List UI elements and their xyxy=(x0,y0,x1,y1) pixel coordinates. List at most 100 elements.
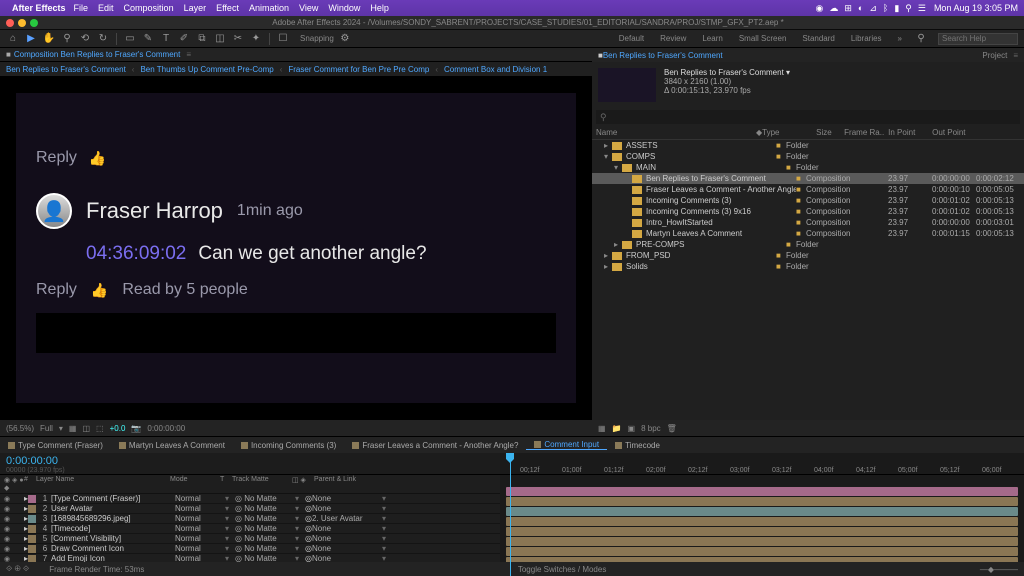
project-item[interactable]: Incoming Comments (3)■Composition23.970:… xyxy=(592,195,1024,206)
resolution-dropdown[interactable]: Full xyxy=(40,424,53,433)
clone-tool-icon[interactable]: ⧉ xyxy=(195,32,209,46)
col-type[interactable]: Type xyxy=(762,128,816,137)
clock[interactable]: Mon Aug 19 3:05 PM xyxy=(934,3,1018,13)
col-outpoint[interactable]: Out Point xyxy=(932,128,976,137)
toggle-switches-button[interactable]: Toggle Switches / Modes xyxy=(518,565,607,574)
layer-row[interactable]: ◉▸5[Comment Visibility]Normal▾◎ No Matte… xyxy=(0,534,500,544)
project-item[interactable]: Fraser Leaves a Comment - Another Angle?… xyxy=(592,184,1024,195)
layer-bar[interactable] xyxy=(506,557,1018,562)
menu-effect[interactable]: Effect xyxy=(216,3,239,13)
project-item[interactable]: Incoming Comments (3) 9x16■Composition23… xyxy=(592,206,1024,217)
home-icon[interactable]: ⌂ xyxy=(6,32,20,46)
project-item[interactable]: ▸FROM_PSD■Folder xyxy=(592,250,1024,261)
rotate-tool-icon[interactable]: ↻ xyxy=(96,32,110,46)
exposure-value[interactable]: +0.0 xyxy=(110,424,126,433)
snapshot-icon[interactable]: 📷 xyxy=(131,424,141,433)
project-tree[interactable]: ▸ASSETS■Folder▾COMPS■Folder▾MAIN■FolderB… xyxy=(592,140,1024,420)
grid-icon[interactable]: ▦ xyxy=(69,424,77,433)
bpc-button[interactable]: 8 bpc xyxy=(641,424,661,433)
layer-bar[interactable] xyxy=(506,497,1018,506)
shape-tool-icon[interactable]: ▭ xyxy=(123,32,137,46)
col-trackmatte[interactable]: Track Matte xyxy=(232,476,292,492)
panel-menu-icon[interactable]: ≡ xyxy=(1013,51,1018,60)
layer-row[interactable]: ◉▸4[Timecode]Normal▾◎ No Matte▾◎None▾ xyxy=(0,524,500,534)
hand-tool-icon[interactable]: ✋ xyxy=(42,32,56,46)
region-icon[interactable]: ⬚ xyxy=(96,424,104,433)
search-icon[interactable]: ⚲ xyxy=(905,3,912,14)
menu-help[interactable]: Help xyxy=(370,3,389,13)
timeline-tab[interactable]: Martyn Leaves A Comment xyxy=(111,441,233,450)
col-parent[interactable]: Parent & Link xyxy=(314,476,374,492)
pen-tool-icon[interactable]: ✎ xyxy=(141,32,155,46)
layer-bar[interactable] xyxy=(506,527,1018,536)
timeline-tab[interactable]: Incoming Comments (3) xyxy=(233,441,344,450)
bluetooth-icon[interactable]: ᛒ xyxy=(883,3,888,13)
project-item[interactable]: ▸ASSETS■Folder xyxy=(592,140,1024,151)
col-size[interactable]: Size xyxy=(816,128,844,137)
col-framerate[interactable]: Frame Ra.. xyxy=(844,128,888,137)
col-name[interactable]: Name xyxy=(596,128,756,137)
menu-edit[interactable]: Edit xyxy=(98,3,114,13)
mask-icon[interactable]: ◫ xyxy=(82,424,90,433)
workspace-small[interactable]: Small Screen xyxy=(731,34,795,43)
selected-comp-name[interactable]: Ben Replies to Fraser's Comment ▾ xyxy=(664,68,790,77)
app-name[interactable]: After Effects xyxy=(12,3,66,13)
menu-file[interactable]: File xyxy=(74,3,89,13)
close-icon[interactable] xyxy=(6,19,14,27)
panel-menu-icon[interactable]: ≡ xyxy=(186,50,191,59)
project-item[interactable]: ▸Solids■Folder xyxy=(592,261,1024,272)
col-inpoint[interactable]: In Point xyxy=(888,128,932,137)
menu-animation[interactable]: Animation xyxy=(249,3,289,13)
puppet-tool-icon[interactable]: ✦ xyxy=(249,32,263,46)
timeline-tab[interactable]: Fraser Leaves a Comment - Another Angle? xyxy=(344,441,526,450)
composition-viewer[interactable]: Reply 👍 👤 Fraser Harrop 1min ago 04:36:0… xyxy=(0,76,592,420)
interpret-icon[interactable]: ▦ xyxy=(598,424,606,433)
workspace-standard[interactable]: Standard xyxy=(794,34,842,43)
project-search[interactable]: ⚲ xyxy=(596,110,1020,124)
timeline-ruler[interactable]: 00;12f01;00f01;12f02;00f02;12f03;00f03;1… xyxy=(500,453,1024,474)
layer-bar[interactable] xyxy=(506,507,1018,516)
layer-bar[interactable] xyxy=(506,517,1018,526)
project-item[interactable]: ▾MAIN■Folder xyxy=(592,162,1024,173)
breadcrumb-item[interactable]: Fraser Comment for Ben Pre Pre Comp xyxy=(288,65,429,74)
status-icon[interactable]: ☁ xyxy=(829,3,838,14)
breadcrumb-item[interactable]: Comment Box and Division 1 xyxy=(444,65,547,74)
workspace-libraries[interactable]: Libraries xyxy=(843,34,890,43)
zoom-slider[interactable]: —◆——— xyxy=(980,565,1018,574)
layer-row[interactable]: ◉▸6Draw Comment IconNormal▾◎ No Matte▾◎N… xyxy=(0,544,500,554)
comp-panel-tab[interactable]: ■ Composition Ben Replies to Fraser's Co… xyxy=(0,48,592,62)
timeline-tab[interactable]: Type Comment (Fraser) xyxy=(0,441,111,450)
selection-tool-icon[interactable]: ▶ xyxy=(24,32,38,46)
project-item[interactable]: Ben Replies to Fraser's Comment■Composit… xyxy=(592,173,1024,184)
menu-view[interactable]: View xyxy=(299,3,318,13)
layer-row[interactable]: ◉▸1[Type Comment (Fraser)]Normal▾◎ No Ma… xyxy=(0,494,500,504)
status-icon[interactable]: ◉ xyxy=(816,3,824,14)
menu-window[interactable]: Window xyxy=(328,3,360,13)
panel-label[interactable]: Project xyxy=(982,51,1007,60)
col-layername[interactable]: Layer Name xyxy=(36,476,170,492)
menu-layer[interactable]: Layer xyxy=(184,3,207,13)
roto-tool-icon[interactable]: ✂ xyxy=(231,32,245,46)
snapping-checkbox[interactable]: ☐ xyxy=(276,32,290,46)
workspace-default[interactable]: Default xyxy=(611,34,652,43)
comp-new-icon[interactable]: ▣ xyxy=(628,424,636,433)
wifi-icon[interactable]: ⊿ xyxy=(869,3,877,14)
trash-icon[interactable]: 🗑 xyxy=(667,424,677,433)
battery-icon[interactable]: ▮ xyxy=(894,3,899,14)
layer-row[interactable]: ◉▸2User AvatarNormal▾◎ No Matte▾◎None▾ xyxy=(0,504,500,514)
project-item[interactable]: ▸PRE-COMPS■Folder xyxy=(592,239,1024,250)
text-tool-icon[interactable]: T xyxy=(159,32,173,46)
brush-tool-icon[interactable]: ✐ xyxy=(177,32,191,46)
zoom-tool-icon[interactable]: ⚲ xyxy=(60,32,74,46)
folder-new-icon[interactable]: 📁 xyxy=(612,424,622,433)
menu-composition[interactable]: Composition xyxy=(124,3,174,13)
project-tintellectual[interactable]: Ben Replies to Fraser's Comment xyxy=(603,51,723,60)
project-item[interactable]: ▾COMPS■Folder xyxy=(592,151,1024,162)
control-center-icon[interactable]: ☰ xyxy=(918,3,926,14)
layer-row[interactable]: ◉▸7Add Emoji IconNormal▾◎ No Matte▾◎None… xyxy=(0,554,500,562)
search-icon[interactable]: ⚲ xyxy=(914,32,928,46)
time-display[interactable]: 0:00:00:00 xyxy=(147,424,185,433)
orbit-tool-icon[interactable]: ⟲ xyxy=(78,32,92,46)
current-time[interactable]: 0:00:00:00 xyxy=(6,455,494,467)
timeline-tab[interactable]: Comment Input xyxy=(526,440,607,450)
